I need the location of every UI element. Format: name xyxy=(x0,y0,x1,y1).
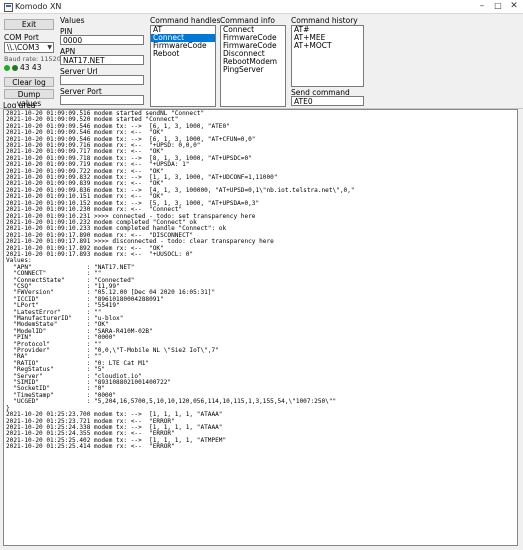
close-button[interactable]: ✕ xyxy=(506,0,522,13)
title-bar: Komodo XN – □ ✕ xyxy=(0,0,523,14)
status-led-icon xyxy=(4,65,10,71)
command-history-list[interactable]: AT# AT+MEE AT+MOCT xyxy=(291,25,364,87)
command-info-list[interactable]: Connect FirmwareCode FirmwareCode Discon… xyxy=(220,25,286,107)
server-port-input[interactable] xyxy=(60,95,144,105)
status-leds: 43 43 xyxy=(4,63,41,72)
send-command-input[interactable]: ATE0 xyxy=(291,96,364,106)
list-item[interactable]: Reboot xyxy=(151,50,215,58)
com-port-label: COM Port xyxy=(4,33,39,42)
minimize-button[interactable]: – xyxy=(474,0,490,13)
app-icon xyxy=(4,3,13,12)
log-textarea[interactable]: 2021-10-20 01:09:09.516 modem started se… xyxy=(3,109,518,546)
led-label: 43 43 xyxy=(20,63,42,72)
server-url-input[interactable] xyxy=(60,75,144,85)
chevron-down-icon: ▼ xyxy=(47,44,52,51)
command-history-label: Command history xyxy=(291,16,358,25)
status-led-icon xyxy=(12,65,18,71)
com-port-value: \\.\COM3 xyxy=(7,43,40,52)
log-line: 2021-10-20 01:25:25.414 modem rx: <-- "E… xyxy=(6,443,175,451)
apn-input[interactable]: NAT17.NET xyxy=(60,55,144,65)
dump-values-button[interactable]: Dump values xyxy=(4,89,54,108)
window-title: Komodo XN xyxy=(15,2,62,11)
list-item[interactable]: AT+MOCT xyxy=(292,42,363,50)
command-info-label: Command info xyxy=(220,16,275,25)
command-handles-label: Command handles xyxy=(150,16,221,25)
maximize-button[interactable]: □ xyxy=(490,0,506,13)
list-item[interactable]: PingServer xyxy=(221,66,285,74)
command-handles-list[interactable]: AT Connect FirmwareCode Reboot xyxy=(150,25,216,107)
com-port-select[interactable]: \\.\COM3 ▼ xyxy=(4,42,54,53)
values-label: Values xyxy=(60,16,85,25)
baud-rate-label: Baud rate: 115200 xyxy=(4,55,66,63)
clear-log-button[interactable]: Clear log xyxy=(4,77,54,87)
exit-button[interactable]: Exit xyxy=(4,19,54,30)
pin-input[interactable]: 0000 xyxy=(60,35,144,45)
